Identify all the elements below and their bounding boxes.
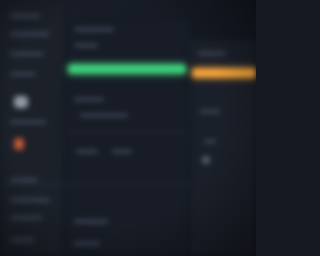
row-label	[200, 110, 220, 113]
divider	[64, 132, 188, 133]
app-icon[interactable]	[14, 96, 28, 108]
sidebar	[0, 0, 61, 256]
sidebar-item[interactable]	[10, 238, 34, 242]
row-value	[112, 150, 132, 153]
row-label	[74, 220, 108, 223]
row-label	[74, 242, 100, 245]
sidebar-item[interactable]	[10, 52, 44, 56]
app-window	[0, 0, 256, 256]
sidebar-item[interactable]	[10, 32, 50, 36]
row-label	[204, 140, 216, 143]
blurred-content	[0, 0, 256, 256]
divider	[4, 184, 188, 185]
sidebar-item[interactable]	[10, 120, 46, 124]
progress-bar-orange	[192, 68, 256, 78]
right-panel	[190, 40, 256, 256]
sidebar-item[interactable]	[10, 72, 36, 76]
sidebar-item[interactable]	[10, 178, 38, 182]
row-value	[80, 114, 128, 117]
status-icon	[202, 156, 210, 164]
progress-bar-green	[68, 64, 186, 74]
panel-subtitle	[74, 44, 98, 47]
row-label	[76, 150, 98, 153]
row-label	[74, 98, 104, 101]
sidebar-item[interactable]	[10, 14, 40, 18]
flame-icon[interactable]	[14, 138, 24, 150]
sidebar-item[interactable]	[10, 198, 50, 202]
panel-title	[74, 28, 114, 31]
sidebar-item[interactable]	[10, 216, 42, 220]
panel-title	[198, 52, 226, 55]
main-panel	[4, 20, 188, 256]
